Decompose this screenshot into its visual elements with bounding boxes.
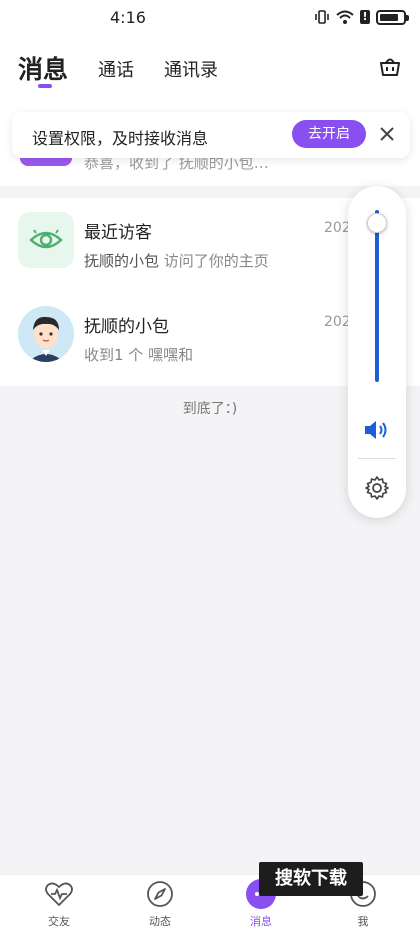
list-item-subtitle: 抚顺的小包 访问了你的主页 [84, 250, 269, 271]
close-icon[interactable] [376, 123, 398, 145]
gear-icon[interactable] [364, 475, 390, 501]
list-item-date: 202 [324, 314, 351, 330]
list-item-subtitle: 收到1 个 嘿嘿和 [84, 346, 194, 364]
nav-label: 动态 [149, 915, 171, 928]
tab-calls[interactable]: 通话 [98, 56, 134, 82]
permission-notice: 设置权限，及时接收消息 去开启 [12, 112, 410, 158]
battery-fill [380, 13, 398, 21]
eye-icon [18, 212, 74, 268]
volume-slider-track[interactable] [375, 210, 379, 382]
volume-divider [358, 458, 396, 459]
enable-notifications-button[interactable]: 去开启 [292, 120, 366, 148]
alert-icon: ! [360, 10, 370, 24]
nav-label: 我 [357, 915, 369, 928]
basket-icon[interactable] [378, 54, 402, 78]
tab-contacts[interactable]: 通讯录 [164, 56, 218, 82]
active-tab-indicator [38, 84, 52, 88]
nav-label: 交友 [48, 915, 70, 928]
vibrate-icon [315, 10, 329, 24]
watermark: 搜软下载 [259, 862, 363, 896]
compass-icon [147, 881, 173, 907]
volume-slider-knob[interactable] [367, 213, 387, 233]
speaker-icon[interactable] [363, 418, 391, 442]
wifi-icon [336, 10, 354, 24]
nav-item-moments[interactable]: 动态 [125, 879, 195, 929]
boy-avatar [18, 306, 74, 362]
header: 消息 通话 通讯录 [0, 36, 420, 106]
visitor-action: 访问了你的主页 [159, 252, 269, 270]
list-item-date: 202 [324, 220, 351, 236]
status-bar: 4:16 ! [0, 0, 420, 36]
notice-text: 设置权限，及时接收消息 [32, 129, 209, 148]
nav-item-friends[interactable]: 交友 [24, 879, 94, 929]
list-item-title: 最近访客 [84, 223, 152, 243]
tab-messages[interactable]: 消息 [18, 50, 68, 86]
battery-icon [376, 9, 409, 25]
visitor-name: 抚顺的小包 [84, 252, 160, 270]
nav-label: 消息 [250, 915, 272, 928]
heartbeat-icon [45, 882, 73, 906]
status-time: 4:16 [110, 8, 146, 27]
volume-panel [348, 186, 406, 518]
list-item-title: 抚顺的小包 [84, 317, 169, 337]
status-icons: ! [314, 9, 409, 25]
